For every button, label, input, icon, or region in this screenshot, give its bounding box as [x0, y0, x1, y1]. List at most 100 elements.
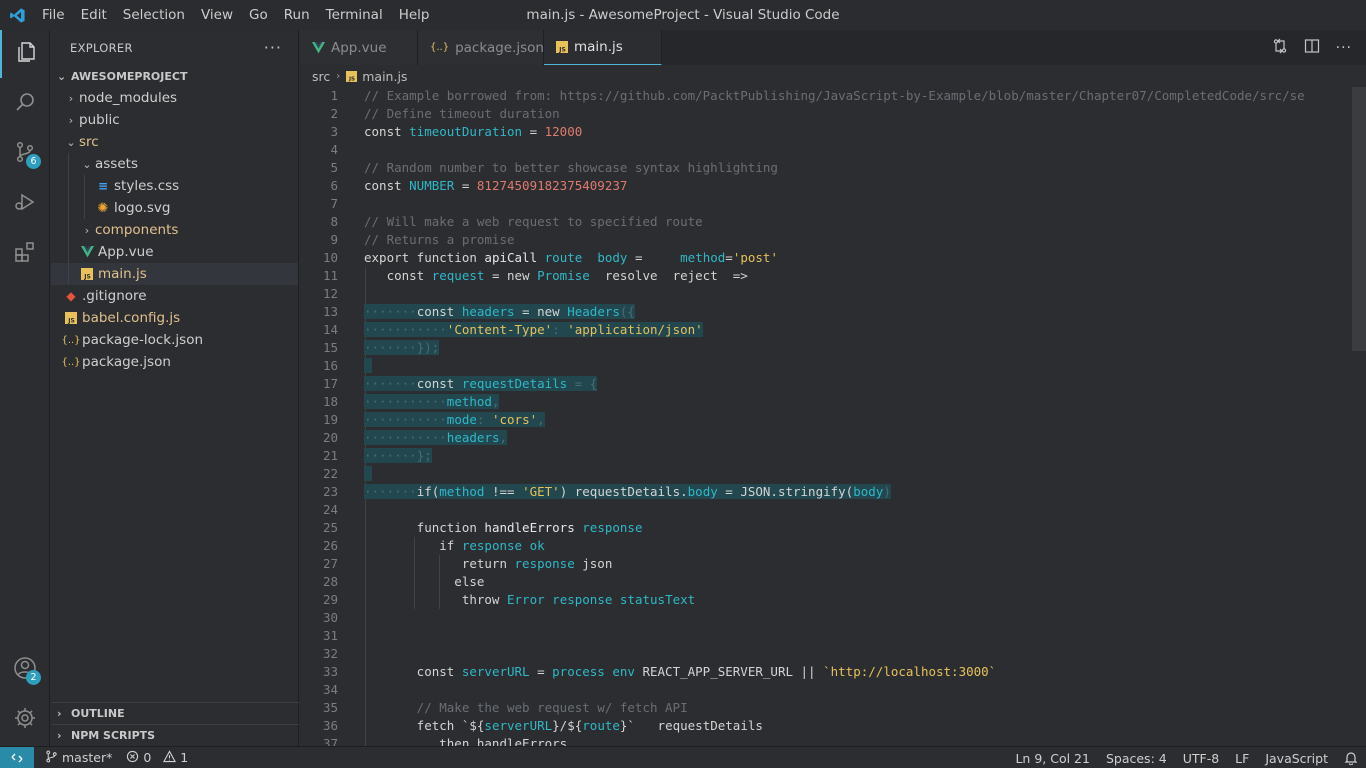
tree-item-components[interactable]: › components: [51, 219, 298, 241]
line-number: 2: [330, 106, 338, 121]
line-number: 26: [322, 538, 338, 553]
more-actions-button[interactable]: ···: [264, 38, 282, 57]
menu-go[interactable]: Go: [241, 0, 276, 30]
tree-item-gitignore[interactable]: ◆ .gitignore: [51, 285, 298, 307]
line-number: 23: [322, 484, 338, 499]
menu-view[interactable]: View: [193, 0, 241, 30]
status-bar: master* 0 1 Ln 9, Col 21 Spaces: 4 UTF-8…: [0, 746, 1366, 768]
menu-help[interactable]: Help: [391, 0, 438, 30]
encoding-status[interactable]: UTF-8: [1175, 751, 1227, 766]
project-section-header[interactable]: ⌄ AWESOMEPROJECT: [51, 65, 298, 87]
code-line: const NUMBER = 81274509182375409237: [364, 178, 628, 193]
source-control-activity[interactable]: 6: [0, 130, 50, 178]
explorer-activity[interactable]: [0, 30, 50, 78]
tree-item-babel-config[interactable]: JS babel.config.js: [51, 307, 298, 329]
language-mode[interactable]: JavaScript: [1257, 751, 1336, 766]
tab-app-vue[interactable]: App.vue: [300, 30, 418, 65]
vscode-logo-icon: [0, 0, 34, 30]
manage-activity[interactable]: [0, 696, 50, 744]
tree-item-src[interactable]: ⌄ src: [51, 131, 298, 153]
explorer-header: EXPLORER ···: [51, 30, 298, 65]
menu-selection[interactable]: Selection: [115, 0, 193, 30]
tree-indent-guide: [68, 153, 69, 285]
code-line: then handleErrors: [364, 736, 568, 746]
line-number: 19: [322, 412, 338, 427]
code-line: ·······const requestDetails = {: [364, 376, 598, 391]
npm-scripts-section-header[interactable]: › NPM SCRIPTS: [51, 724, 299, 746]
more-actions-icon[interactable]: ···: [1336, 40, 1352, 56]
js-file-icon: JS: [63, 310, 79, 326]
line-number: 28: [322, 574, 338, 589]
chevron-down-icon: ⌄: [82, 157, 92, 171]
breadcrumb-file[interactable]: main.js: [362, 69, 407, 84]
vue-file-icon: [79, 244, 95, 260]
line-number: 1: [330, 88, 338, 103]
code-line: ···········'Content-Type': 'application/…: [364, 322, 703, 337]
branch-status[interactable]: master*: [38, 750, 119, 766]
json-file-icon: {..}: [61, 356, 81, 368]
tab-main-js[interactable]: JS main.js: [544, 30, 662, 65]
indentation-status[interactable]: Spaces: 4: [1098, 751, 1175, 766]
code-line: // Make the web request w/ fetch API: [364, 700, 688, 715]
warning-icon: [163, 749, 177, 766]
remote-indicator[interactable]: [0, 746, 34, 768]
tab-package-json[interactable]: {..} package.json: [418, 30, 544, 65]
line-number: 8: [330, 214, 338, 229]
code-line: ·······};: [364, 448, 432, 463]
code-line: ·······});: [364, 340, 440, 355]
split-editor-icon[interactable]: [1304, 38, 1320, 58]
json-file-icon: {..}: [61, 334, 81, 346]
code-line: if response ok: [364, 538, 545, 553]
menu-bar: File Edit Selection View Go Run Terminal…: [34, 0, 437, 30]
code-line: return response json: [364, 556, 613, 571]
menu-edit[interactable]: Edit: [73, 0, 115, 30]
line-number: 13: [322, 304, 338, 319]
line-number: 25: [322, 520, 338, 535]
open-changes-icon[interactable]: [1272, 38, 1288, 58]
eol-status[interactable]: LF: [1227, 751, 1257, 766]
activity-bar: 6 2: [0, 30, 50, 746]
tree-item-assets[interactable]: ⌄ assets: [51, 153, 298, 175]
accounts-activity[interactable]: 2: [0, 646, 50, 694]
code-editor[interactable]: 1 2 3 4 5 6 7 8 9 10 11 12 13 14 15 16 17 18 19 20 21 22 23 24 2…: [300, 87, 1366, 746]
search-activity[interactable]: [0, 80, 50, 128]
tree-item-app-vue[interactable]: App.vue: [51, 241, 298, 263]
code-line: // Returns a promise: [364, 232, 515, 247]
line-number: 18: [322, 394, 338, 409]
tree-item-public[interactable]: › public: [51, 109, 298, 131]
menu-run[interactable]: Run: [276, 0, 318, 30]
breadcrumb-folder[interactable]: src: [312, 69, 330, 84]
code-line: // Define timeout duration: [364, 106, 560, 121]
scm-badge: 6: [26, 154, 41, 169]
run-debug-activity[interactable]: [0, 180, 50, 228]
line-number: 11: [322, 268, 338, 283]
problems-status[interactable]: 0 1: [119, 749, 195, 766]
code-line: const timeoutDuration = 12000: [364, 124, 583, 139]
tree-item-package-json[interactable]: {..} package.json: [51, 351, 298, 373]
outline-section-header[interactable]: › OUTLINE: [51, 702, 299, 724]
menu-file[interactable]: File: [34, 0, 73, 30]
svg-text:JS: JS: [67, 318, 75, 325]
line-number: 3: [330, 124, 338, 139]
git-file-icon: ◆: [66, 289, 76, 303]
tree-item-logo-svg[interactable]: ✺ logo.svg: [51, 197, 298, 219]
tree-item-package-lock[interactable]: {..} package-lock.json: [51, 329, 298, 351]
chevron-right-icon: ›: [68, 113, 74, 127]
chevron-right-icon: ›: [57, 707, 62, 720]
chevron-down-icon: ⌄: [57, 69, 67, 83]
menu-terminal[interactable]: Terminal: [318, 0, 391, 30]
extensions-activity[interactable]: [0, 230, 50, 278]
files-icon: [14, 40, 38, 68]
notifications-bell-icon[interactable]: [1336, 751, 1366, 765]
tree-item-node-modules[interactable]: › node_modules: [51, 87, 298, 109]
tree-item-main-js[interactable]: JS main.js: [51, 263, 298, 285]
search-icon: [13, 90, 37, 118]
code-area[interactable]: // Example borrowed from: https://github…: [364, 87, 1352, 746]
cursor-position[interactable]: Ln 9, Col 21: [1007, 751, 1098, 766]
editor-scrollbar[interactable]: [1352, 87, 1366, 351]
svg-text:JS: JS: [558, 47, 566, 54]
tree-item-styles-css[interactable]: ≡ styles.css: [51, 175, 298, 197]
